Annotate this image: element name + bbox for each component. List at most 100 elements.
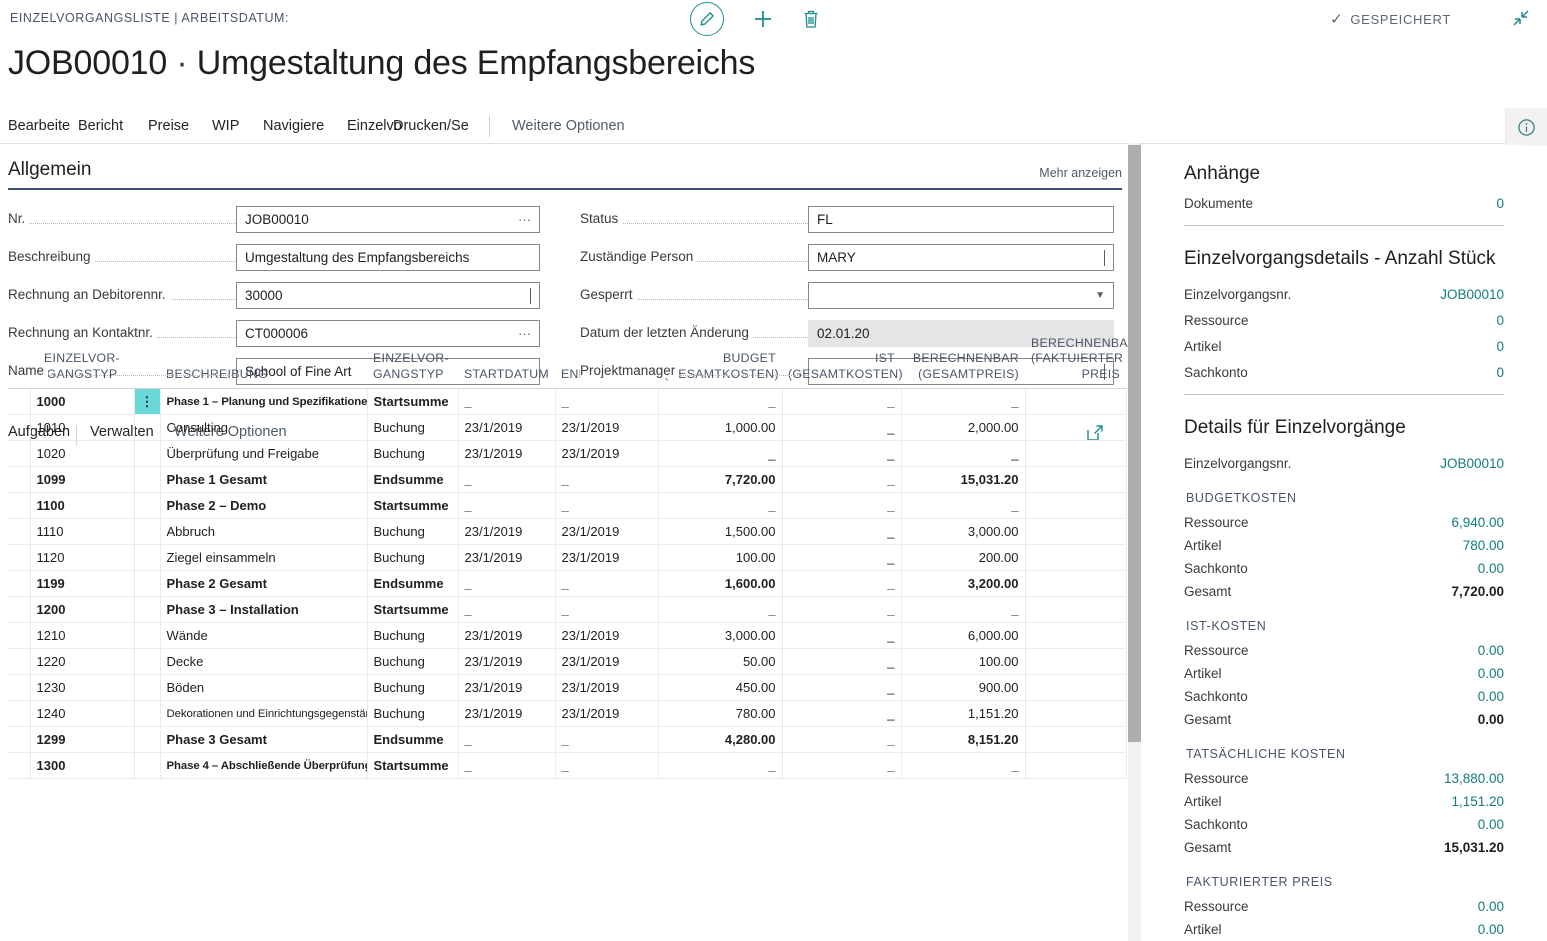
cell-startdatum[interactable]: _ <box>458 596 556 624</box>
cell-berechnenbar-fakturierter-preis[interactable] <box>1025 518 1127 546</box>
cell-startdatum[interactable]: 23/1/2019 <box>458 440 556 468</box>
cell-berechnenbar-fakturierter-preis[interactable] <box>1025 570 1127 598</box>
cell-berechnenbar-gesamtpreis[interactable]: 3,200.00 <box>901 570 1026 598</box>
cell-budget-gesamtkosten[interactable]: _ <box>658 752 783 780</box>
factbox-row[interactable]: Ressource 13,880.00 <box>1184 770 1504 788</box>
row-selector-cell[interactable] <box>8 622 31 650</box>
row-menu-handle[interactable] <box>134 570 161 598</box>
cell-no[interactable]: 1110 <box>30 518 135 546</box>
show-more-link[interactable]: Mehr anzeigen <box>1039 166 1122 180</box>
factbox-row-value[interactable]: 1,151.20 <box>1451 793 1504 811</box>
factbox-row[interactable]: Artikel 780.00 <box>1184 537 1504 555</box>
cell-type[interactable]: Endsumme <box>367 570 459 598</box>
cell-ist-gesamtkosten[interactable]: _ <box>782 518 902 546</box>
cell-enddatum[interactable]: _ <box>555 570 659 598</box>
cell-ist-gesamtkosten[interactable]: _ <box>782 466 902 494</box>
field-beschreibung-input[interactable]: Umgestaltung des Empfangsbereichs <box>236 244 540 271</box>
cell-type[interactable]: Buchung <box>367 544 459 572</box>
row-menu-handle[interactable] <box>134 622 161 650</box>
cell-enddatum[interactable]: _ <box>555 596 659 624</box>
cell-berechnenbar-gesamtpreis[interactable]: _ <box>901 596 1026 624</box>
ellipsis-icon[interactable]: ··· <box>518 212 531 227</box>
col-ist[interactable]: IST (GESAMTKOSTEN) <box>782 332 903 390</box>
cell-enddatum[interactable]: _ <box>555 466 659 494</box>
row-selector-cell[interactable] <box>8 414 31 442</box>
cell-berechnenbar-gesamtpreis[interactable]: _ <box>901 492 1026 520</box>
cell-budget-gesamtkosten[interactable]: 780.00 <box>658 700 783 728</box>
factbox-row-dokumente-value[interactable]: 0 <box>1496 195 1504 213</box>
field-zustaendige-person-input[interactable]: MARY <box>808 244 1114 271</box>
factbox-row-sachkonto-count[interactable]: Sachkonto 0 <box>1184 364 1504 382</box>
cell-no[interactable]: 1099 <box>30 466 135 494</box>
cell-ist-gesamtkosten[interactable]: _ <box>782 414 902 442</box>
cell-startdatum[interactable]: 23/1/2019 <box>458 544 556 572</box>
factbox-row-artikel-count[interactable]: Artikel 0 <box>1184 338 1504 356</box>
cell-berechnenbar-gesamtpreis[interactable]: 900.00 <box>901 674 1026 702</box>
cell-startdatum[interactable]: _ <box>458 570 556 598</box>
cell-berechnenbar-fakturierter-preis[interactable] <box>1025 726 1127 754</box>
factbox-row-value[interactable]: 0 <box>1496 338 1504 356</box>
cell-ist-gesamtkosten[interactable]: _ <box>782 700 902 728</box>
chevron-down-icon[interactable] <box>530 288 531 304</box>
cell-berechnenbar-fakturierter-preis[interactable] <box>1025 674 1127 702</box>
row-menu-handle[interactable] <box>134 440 161 468</box>
row-selector-cell[interactable] <box>8 518 31 546</box>
cell-no[interactable]: 1199 <box>30 570 135 598</box>
cell-budget-gesamtkosten[interactable]: 1,000.00 <box>658 414 783 442</box>
row-selector-cell[interactable] <box>8 388 31 416</box>
row-menu-handle[interactable] <box>134 752 161 780</box>
table-row[interactable]: 1010 Consulting Buchung 23/1/2019 23/1/2019 1… <box>8 414 1127 442</box>
row-menu-handle[interactable] <box>134 674 161 702</box>
grid-scrollbar-thumb[interactable] <box>1128 145 1141 742</box>
cell-type[interactable]: Buchung <box>367 674 459 702</box>
cell-berechnenbar-gesamtpreis[interactable]: 15,031.20 <box>901 466 1026 494</box>
factbox-row[interactable]: Artikel 0.00 <box>1184 665 1504 683</box>
factbox-row-value[interactable]: 0.00 <box>1478 560 1504 578</box>
ribbon-item-bearbeite[interactable]: Bearbeite <box>8 118 70 134</box>
col-berechnenbar-fakturierter-preis[interactable]: BERECHNENBAR (FAKTUIERTER PREIS <box>1025 332 1137 390</box>
row-menu-handle[interactable] <box>134 648 161 676</box>
table-row[interactable]: 1220 Decke Buchung 23/1/2019 23/1/2019 50.00 _… <box>8 648 1127 676</box>
cell-no[interactable]: 1210 <box>30 622 135 650</box>
cell-description[interactable]: Dekorationen und Einrichtungsgegenstände <box>160 700 368 728</box>
cell-ist-gesamtkosten[interactable]: _ <box>782 622 902 650</box>
factbox-row[interactable]: Artikel 1,151.20 <box>1184 793 1504 811</box>
cell-enddatum[interactable]: 23/1/2019 <box>555 544 659 572</box>
row-menu-handle[interactable] <box>134 544 161 572</box>
cell-budget-gesamtkosten[interactable]: _ <box>658 388 783 416</box>
cell-budget-gesamtkosten[interactable]: 50.00 <box>658 648 783 676</box>
row-selector-cell[interactable] <box>8 440 31 468</box>
cell-berechnenbar-fakturierter-preis[interactable] <box>1025 414 1127 442</box>
ribbon-item-navigiere[interactable]: Navigiere <box>263 118 324 134</box>
cell-berechnenbar-gesamtpreis[interactable]: 6,000.00 <box>901 622 1026 650</box>
table-row[interactable]: 1120 Ziegel einsammeln Buchung 23/1/2019 23/… <box>8 544 1127 572</box>
col-berechnenbar-gesamtpreis[interactable]: BERECHNENBAR (GESAMTPREIS) <box>901 332 1025 390</box>
row-selector-cell[interactable] <box>8 570 31 598</box>
cell-type[interactable]: Startsumme <box>367 388 459 416</box>
cell-berechnenbar-gesamtpreis[interactable]: 8,151.20 <box>901 726 1026 754</box>
factbox-row[interactable]: Gesamt 15,031.20 <box>1184 839 1504 857</box>
row-selector-cell[interactable] <box>8 596 31 624</box>
cell-enddatum[interactable]: _ <box>555 752 659 780</box>
factbox-row[interactable]: Sachkonto 0.00 <box>1184 560 1504 578</box>
cell-startdatum[interactable]: _ <box>458 492 556 520</box>
cell-startdatum[interactable]: 23/1/2019 <box>458 674 556 702</box>
cell-ist-gesamtkosten[interactable]: _ <box>782 388 902 416</box>
cell-description[interactable]: Decke <box>160 648 368 676</box>
trash-icon[interactable] <box>802 9 820 29</box>
row-selector-cell[interactable] <box>8 648 31 676</box>
cell-type[interactable]: Startsumme <box>367 492 459 520</box>
table-row[interactable]: 1099 Phase 1 Gesamt Endsumme _ _ 7,720.00 _ 15,… <box>8 466 1127 494</box>
field-gesperrt-select[interactable]: ▼ <box>808 282 1114 309</box>
ribbon-item-bericht[interactable]: Bericht <box>78 118 123 134</box>
factbox-row-value[interactable]: JOB00010 <box>1440 455 1504 473</box>
cell-berechnenbar-fakturierter-preis[interactable] <box>1025 440 1127 468</box>
row-menu-handle[interactable] <box>134 466 161 494</box>
cell-budget-gesamtkosten[interactable]: 3,000.00 <box>658 622 783 650</box>
col-budget[interactable]: BUDGET (GESAMTKOSTEN) <box>658 332 782 390</box>
cell-no[interactable]: 1000 <box>30 388 135 416</box>
cell-budget-gesamtkosten[interactable]: _ <box>658 440 783 468</box>
cell-description[interactable]: Phase 3 – Installation <box>160 596 368 624</box>
cell-enddatum[interactable]: 23/1/2019 <box>555 700 659 728</box>
table-row[interactable]: 1200 Phase 3 – Installation Startsumme _ _ _ _… <box>8 596 1127 624</box>
